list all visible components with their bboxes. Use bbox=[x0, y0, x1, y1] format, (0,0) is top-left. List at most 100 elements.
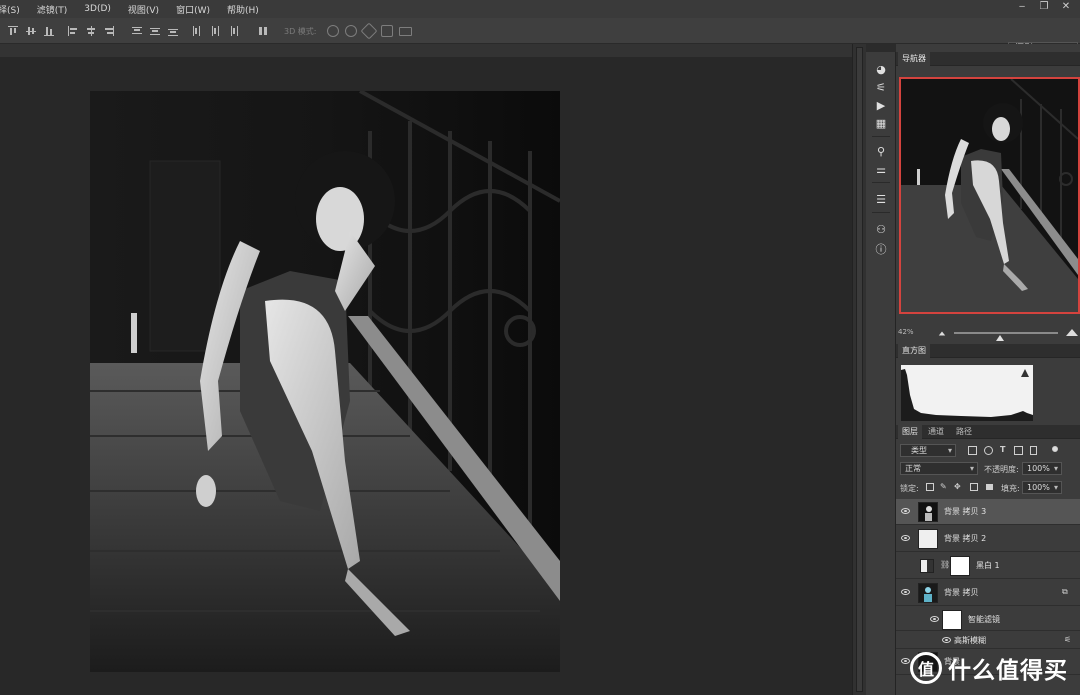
zoom-out-icon[interactable] bbox=[938, 331, 946, 336]
filter-smart-object-icon[interactable] bbox=[1030, 446, 1037, 455]
tab-layers[interactable]: 图层 bbox=[898, 425, 922, 439]
opacity-label: 不透明度: bbox=[984, 465, 1019, 474]
lock-transparent-icon[interactable] bbox=[926, 483, 934, 491]
tab-navigator[interactable]: 导航器 bbox=[898, 52, 930, 66]
menu-help[interactable]: 帮助(H) bbox=[227, 3, 264, 16]
align-vcenter-icon[interactable] bbox=[26, 26, 36, 36]
opacity-input[interactable]: 100% bbox=[1022, 462, 1062, 475]
tab-paths[interactable]: 路径 bbox=[952, 425, 976, 439]
filter-pixel-icon[interactable] bbox=[968, 446, 977, 455]
filter-mask-thumbnail[interactable] bbox=[942, 610, 962, 630]
panel-scrollbar[interactable] bbox=[852, 44, 866, 695]
distribute-left-icon[interactable] bbox=[192, 26, 202, 36]
align-right-icon[interactable] bbox=[104, 26, 114, 36]
lock-artboard-icon[interactable] bbox=[970, 483, 978, 491]
cache-warning-icon[interactable] bbox=[1021, 369, 1029, 377]
layer-row[interactable]: ⛓ 黑白 1 bbox=[896, 553, 1080, 579]
align-hcenter-icon[interactable] bbox=[86, 26, 96, 36]
navigator-tabbar: 导航器 bbox=[896, 52, 1080, 66]
layer-mask-thumbnail[interactable] bbox=[950, 556, 970, 576]
menu-window[interactable]: 窗口(W) bbox=[176, 3, 215, 16]
adjustments-sliders-icon[interactable]: ⚌ bbox=[874, 162, 888, 176]
slide-3d-icon[interactable] bbox=[381, 25, 393, 37]
document-canvas[interactable] bbox=[90, 91, 560, 672]
options-bar: 3D 模式: 摄影 bbox=[0, 18, 1080, 57]
lock-position-icon[interactable]: ✥ bbox=[954, 482, 961, 491]
align-left-icon[interactable] bbox=[68, 26, 78, 36]
pan-3d-icon[interactable] bbox=[360, 22, 378, 40]
zoom-slider-thumb[interactable] bbox=[996, 335, 1004, 341]
align-bottom-icon[interactable] bbox=[44, 26, 54, 36]
fill-input[interactable]: 100% bbox=[1022, 481, 1062, 494]
layer-thumb-figure bbox=[925, 506, 932, 521]
distribute-bottom-icon[interactable] bbox=[168, 26, 178, 36]
layer-name[interactable]: 背景 拷贝 3 bbox=[944, 506, 986, 517]
layer-row[interactable]: 智能滤镜 bbox=[896, 607, 1080, 631]
menu-view[interactable]: 视图(V) bbox=[128, 3, 164, 16]
brush-settings-icon[interactable]: ⚟ bbox=[874, 80, 888, 94]
layer-name[interactable]: 黑白 1 bbox=[976, 560, 1000, 571]
minimize-icon[interactable]: ‒ bbox=[1016, 1, 1028, 13]
menu-select[interactable]: 择(S) bbox=[0, 3, 25, 16]
zoom-slider-track[interactable] bbox=[954, 332, 1058, 334]
layer-row[interactable]: 高斯模糊 ⚟ bbox=[896, 631, 1080, 649]
layer-name[interactable]: 背景 拷贝 bbox=[944, 587, 979, 598]
auto-align-icon[interactable] bbox=[258, 26, 268, 36]
layer-name[interactable]: 高斯模糊 bbox=[954, 635, 986, 646]
layer-row[interactable]: 背景 拷贝 2 bbox=[896, 526, 1080, 552]
distribute-right-icon[interactable] bbox=[228, 26, 238, 36]
layer-name[interactable]: 背景 拷贝 2 bbox=[944, 533, 986, 544]
tool-presets-icon[interactable]: ⚲ bbox=[874, 144, 888, 158]
zoom-value[interactable]: 42% bbox=[898, 328, 914, 336]
menu-3d[interactable]: 3D(D) bbox=[84, 4, 116, 14]
distribute-hcenter-icon[interactable] bbox=[210, 26, 220, 36]
navigator-preview[interactable] bbox=[899, 77, 1080, 314]
layer-thumbnail bbox=[918, 529, 938, 549]
roll-3d-icon[interactable] bbox=[345, 25, 357, 37]
layer-filter-kind[interactable]: 类型 bbox=[900, 444, 956, 457]
visibility-eye-icon[interactable] bbox=[942, 637, 951, 643]
scale-3d-icon[interactable] bbox=[399, 27, 412, 36]
actions-play-icon[interactable]: ▶ bbox=[874, 98, 888, 112]
filter-shape-icon[interactable] bbox=[1014, 446, 1023, 455]
rotate-3d-icon[interactable] bbox=[327, 25, 339, 37]
blend-mode-select[interactable]: 正常 bbox=[900, 462, 978, 475]
layer-row[interactable]: 背景 拷贝 ⧉ bbox=[896, 580, 1080, 606]
visibility-eye-icon[interactable] bbox=[901, 658, 910, 664]
layer-name[interactable]: 智能滤镜 bbox=[968, 614, 1000, 625]
panel-collapse-bar[interactable] bbox=[866, 44, 896, 52]
tab-histogram[interactable]: 直方图 bbox=[898, 344, 930, 358]
histogram-tabbar: 直方图 bbox=[896, 344, 1080, 358]
visibility-eye-icon[interactable] bbox=[901, 589, 910, 595]
color-palette-icon[interactable]: ◕ bbox=[874, 62, 888, 76]
filter-type-icon[interactable]: T bbox=[1000, 445, 1005, 454]
close-icon[interactable]: ✕ bbox=[1060, 1, 1072, 13]
distribute-vcenter-icon[interactable] bbox=[150, 26, 160, 36]
distribute-top-icon[interactable] bbox=[132, 26, 142, 36]
menu-filter[interactable]: 滤镜(T) bbox=[37, 3, 73, 16]
zoom-in-icon[interactable] bbox=[1066, 329, 1078, 336]
info-icon[interactable]: ⓘ bbox=[874, 242, 888, 256]
window-controls: ‒ ❐ ✕ bbox=[1016, 1, 1072, 13]
restore-icon[interactable]: ❐ bbox=[1038, 1, 1050, 13]
lock-image-icon[interactable]: ✎ bbox=[940, 482, 947, 491]
character-icon[interactable]: ⚇ bbox=[874, 222, 888, 236]
properties-icon[interactable]: ☰ bbox=[874, 192, 888, 206]
panel-separator bbox=[872, 212, 890, 213]
filter-toggle-icon[interactable] bbox=[1052, 446, 1058, 452]
lock-all-icon[interactable] bbox=[986, 484, 993, 490]
swatches-grid-icon[interactable]: ▦ bbox=[874, 116, 888, 130]
visibility-eye-icon[interactable] bbox=[901, 508, 910, 514]
layer-row[interactable]: 背景 拷贝 3 bbox=[896, 499, 1080, 525]
lock-label: 锁定: bbox=[900, 484, 919, 493]
panel-scrollbar-thumb[interactable] bbox=[856, 47, 863, 692]
filter-options-icon[interactable]: ⚟ bbox=[1064, 635, 1071, 644]
visibility-eye-icon[interactable] bbox=[930, 616, 939, 622]
panel-separator bbox=[872, 136, 890, 137]
visibility-eye-icon[interactable] bbox=[901, 535, 910, 541]
align-top-icon[interactable] bbox=[8, 26, 18, 36]
chain-link-icon[interactable]: ⛓ bbox=[940, 560, 950, 569]
filter-adjustment-icon[interactable] bbox=[984, 446, 993, 455]
smart-object-icon: ⧉ bbox=[1062, 587, 1068, 596]
tab-channels[interactable]: 通道 bbox=[924, 425, 948, 439]
